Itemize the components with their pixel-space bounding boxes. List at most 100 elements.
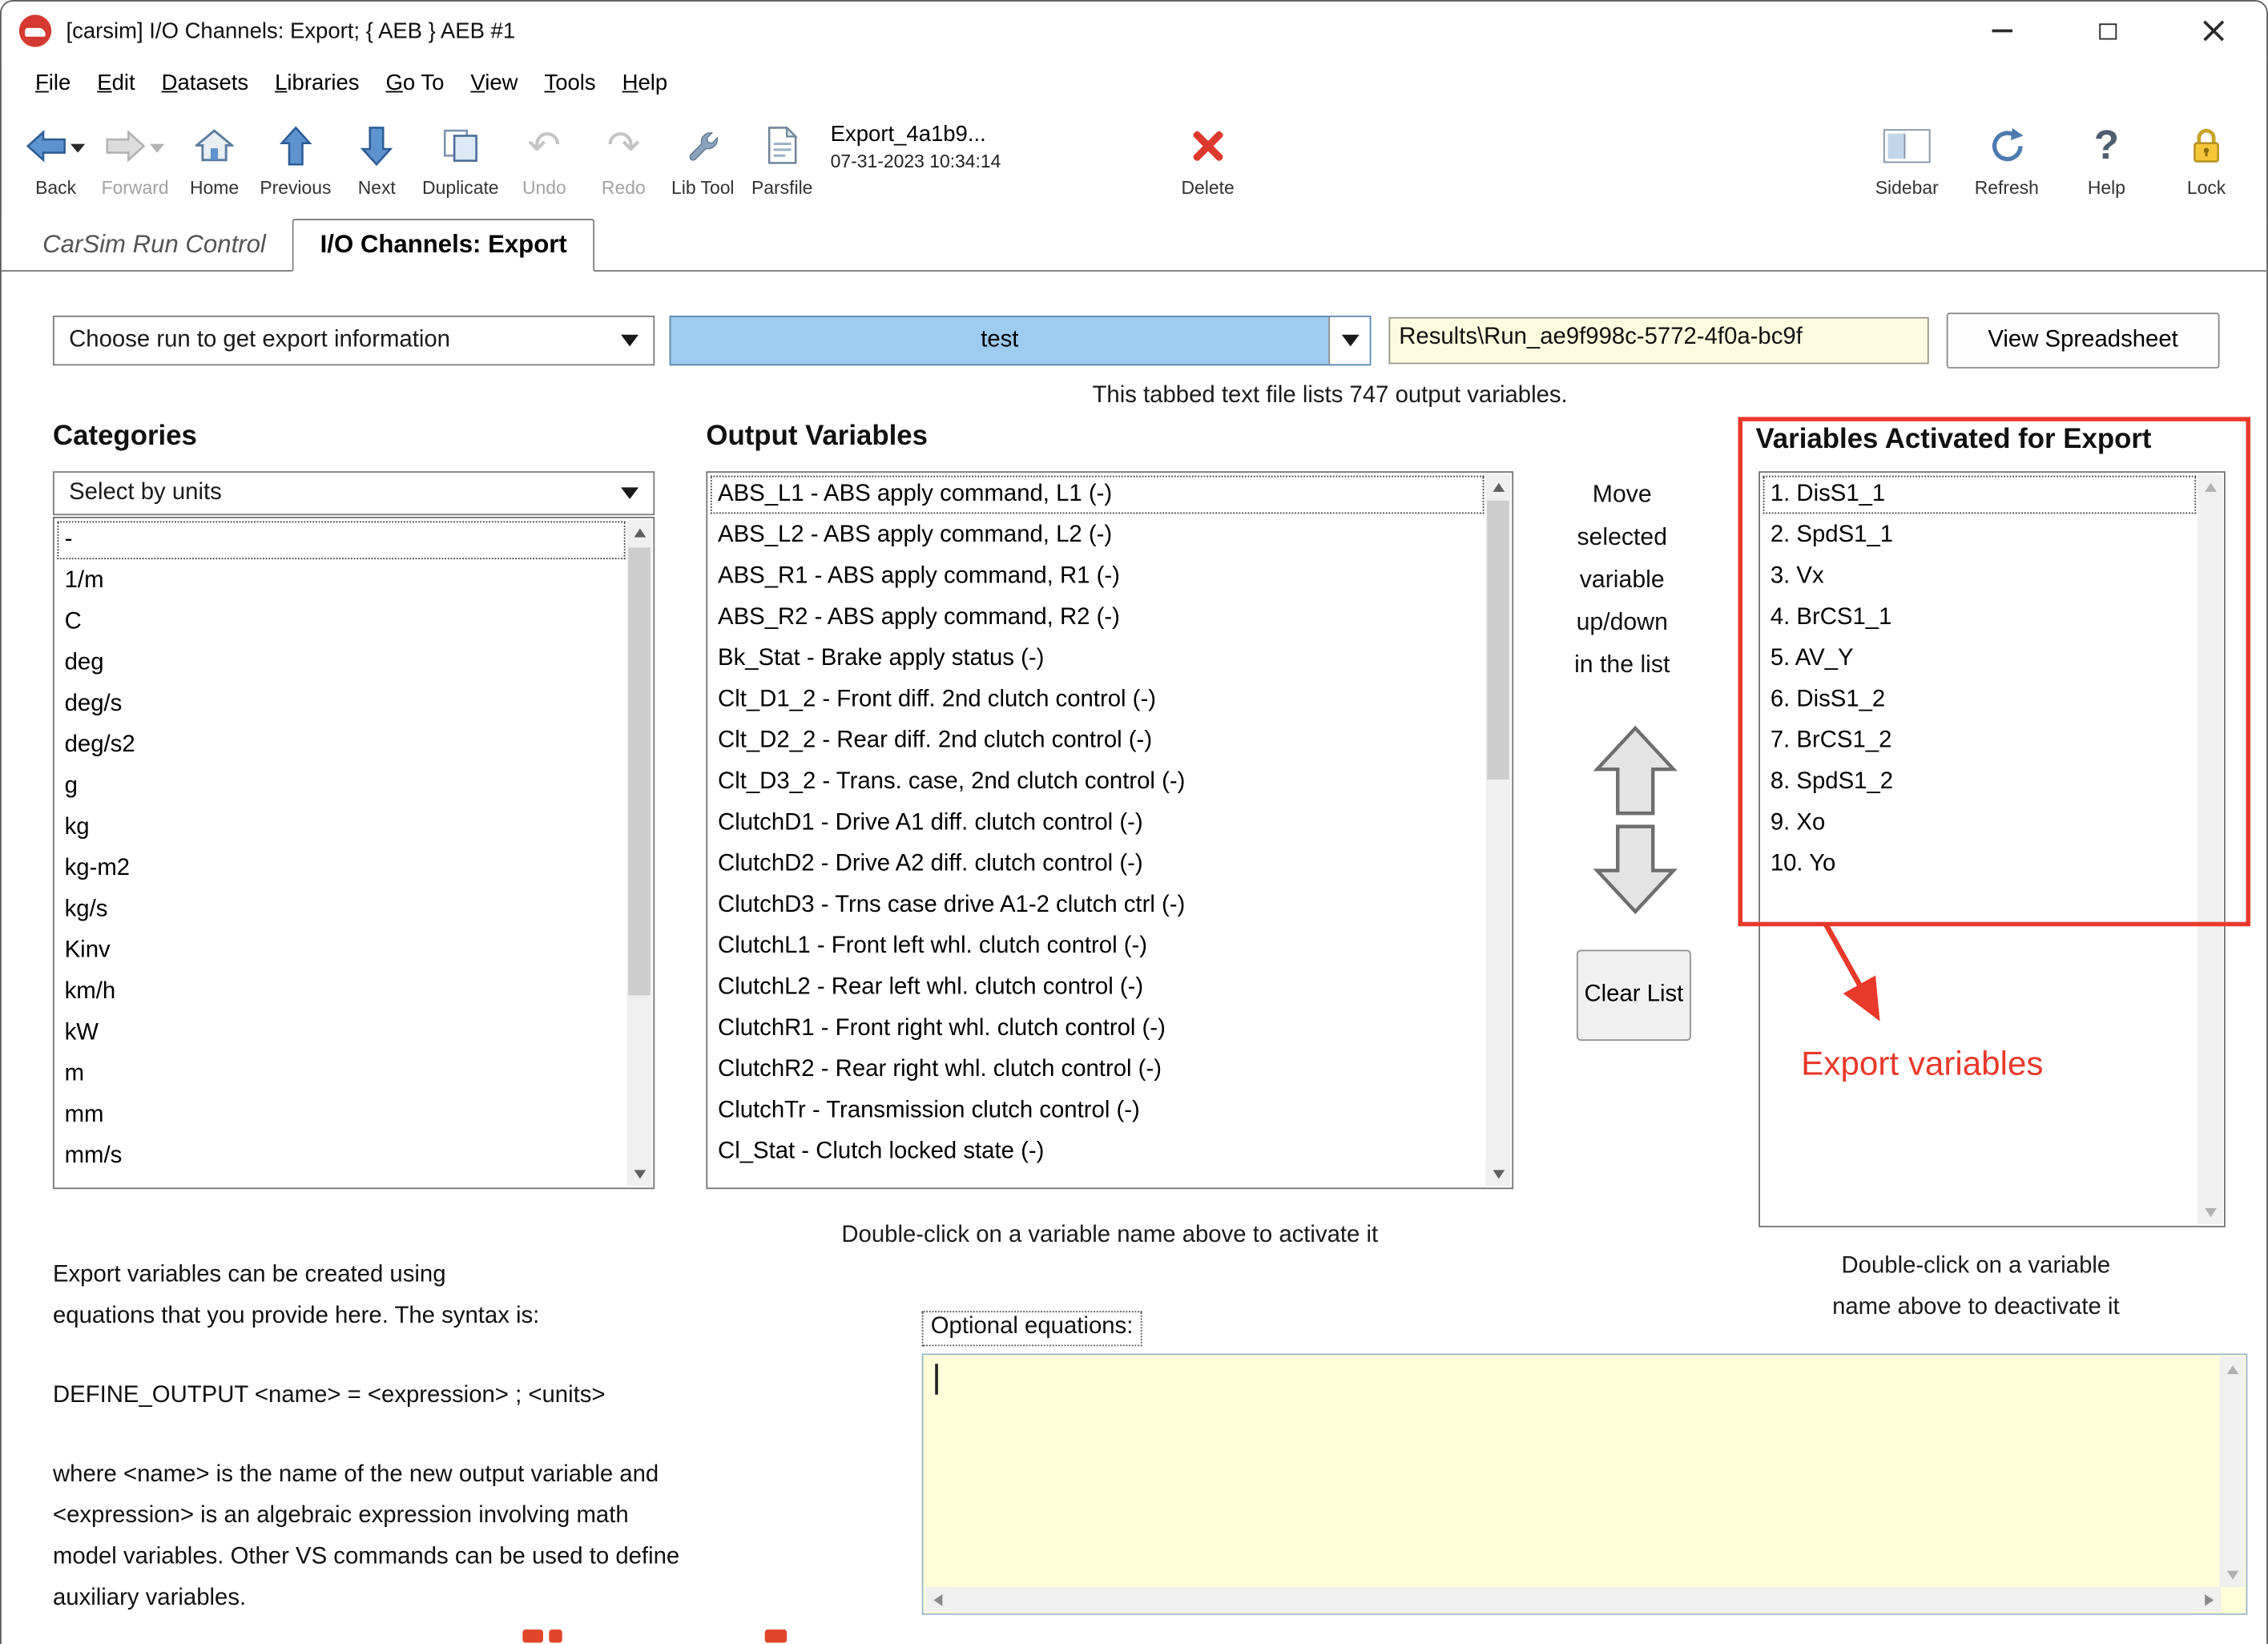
- output-variable-item[interactable]: Cl_Stat - Clutch locked state (-): [709, 1132, 1485, 1173]
- menu-item[interactable]: Edit: [84, 66, 148, 99]
- combo-dropdown-button[interactable]: [1328, 317, 1369, 365]
- output-variable-item[interactable]: ClutchR2 - Rear right whl. clutch contro…: [709, 1050, 1485, 1090]
- lib-tool-button[interactable]: Lib Tool: [663, 111, 743, 201]
- redo-button[interactable]: ↷ Redo: [584, 111, 663, 201]
- activated-scrollbar[interactable]: [2198, 474, 2222, 1224]
- activated-variable-item[interactable]: 6. DisS1_2: [1762, 679, 2198, 720]
- next-button[interactable]: Next: [337, 111, 417, 201]
- previous-button[interactable]: Previous: [254, 111, 337, 201]
- output-variables-scrollbar[interactable]: [1485, 474, 1510, 1187]
- output-variable-item[interactable]: Clt_D2_2 - Rear diff. 2nd clutch control…: [709, 721, 1485, 762]
- clear-list-button[interactable]: Clear List: [1577, 950, 1691, 1042]
- scroll-right-button[interactable]: [2196, 1587, 2221, 1612]
- scroll-up-button[interactable]: [1485, 474, 1510, 499]
- scroll-down-button[interactable]: [2220, 1562, 2245, 1587]
- activated-variable-item[interactable]: 3. Vx: [1762, 556, 2198, 597]
- output-variable-item[interactable]: Clt_D1_2 - Front diff. 2nd clutch contro…: [709, 679, 1485, 720]
- undo-button[interactable]: ↶ Undo: [505, 111, 584, 201]
- sidebar-button[interactable]: Sidebar: [1867, 111, 1947, 201]
- menu-item[interactable]: Libraries: [262, 66, 373, 99]
- equations-vscrollbar[interactable]: [2220, 1356, 2245, 1587]
- output-variable-item[interactable]: ClutchL1 - Front left whl. clutch contro…: [709, 926, 1485, 967]
- forward-button[interactable]: Forward: [95, 111, 175, 201]
- scroll-down-button[interactable]: [626, 1161, 651, 1186]
- category-item[interactable]: deg/s2: [56, 725, 627, 766]
- category-item[interactable]: mm/s: [56, 1136, 627, 1177]
- tab-carsim-run-control[interactable]: CarSim Run Control: [16, 219, 292, 270]
- run-select-combobox[interactable]: test: [670, 316, 1372, 365]
- home-button[interactable]: Home: [175, 111, 254, 201]
- category-item[interactable]: kg: [56, 808, 627, 848]
- optional-equations-textarea[interactable]: [922, 1353, 2248, 1614]
- activated-variable-item[interactable]: 10. Yo: [1762, 844, 2198, 885]
- output-variable-item[interactable]: Clt_D3_2 - Trans. case, 2nd clutch contr…: [709, 762, 1485, 803]
- category-item[interactable]: kg/s: [56, 889, 627, 930]
- categories-listbox[interactable]: -1/mCdegdeg/sdeg/s2gkgkg-m2kg/sKinvkm/hk…: [53, 517, 655, 1189]
- output-variable-item[interactable]: ClutchD2 - Drive A2 diff. clutch control…: [709, 844, 1485, 885]
- category-item[interactable]: deg/s: [56, 684, 627, 725]
- activated-variable-item[interactable]: 8. SpdS1_2: [1762, 762, 2198, 803]
- output-variable-item[interactable]: ABS_R2 - ABS apply command, R2 (-): [709, 598, 1485, 639]
- output-variable-item[interactable]: ABS_L2 - ABS apply command, L2 (-): [709, 515, 1485, 556]
- output-variable-item[interactable]: ClutchD3 - Trns case drive A1-2 clutch c…: [709, 885, 1485, 926]
- category-item[interactable]: g: [56, 766, 627, 807]
- menu-item[interactable]: Go To: [373, 66, 457, 99]
- select-by-units-dropdown[interactable]: Select by units: [53, 471, 655, 515]
- maximize-button[interactable]: [2055, 2, 2161, 60]
- output-variables-listbox[interactable]: ABS_L1 - ABS apply command, L1 (-)ABS_L2…: [706, 471, 1513, 1189]
- category-item[interactable]: kg-m2: [56, 848, 627, 889]
- move-up-button[interactable]: [1593, 725, 1678, 816]
- delete-button[interactable]: Delete: [1168, 111, 1247, 201]
- move-down-button[interactable]: [1593, 824, 1678, 915]
- equations-hscrollbar[interactable]: [925, 1587, 2221, 1612]
- activated-variable-item[interactable]: 9. Xo: [1762, 803, 2198, 844]
- output-variable-item[interactable]: ClutchTr - Transmission clutch control (…: [709, 1090, 1485, 1131]
- category-item[interactable]: -: [56, 520, 627, 561]
- activated-variable-item[interactable]: 7. BrCS1_2: [1762, 721, 2198, 762]
- category-item[interactable]: km/h: [56, 972, 627, 1013]
- scroll-up-button[interactable]: [2198, 474, 2222, 499]
- refresh-button[interactable]: Refresh: [1967, 111, 2046, 201]
- duplicate-button[interactable]: Duplicate: [417, 111, 505, 201]
- category-item[interactable]: C: [56, 602, 627, 643]
- scroll-down-button[interactable]: [2198, 1199, 2222, 1224]
- scroll-down-button[interactable]: [1485, 1161, 1510, 1186]
- category-item[interactable]: Kinv: [56, 931, 627, 972]
- scroll-up-button[interactable]: [2220, 1356, 2245, 1381]
- categories-scrollbar[interactable]: [626, 520, 651, 1187]
- close-button[interactable]: [2161, 2, 2266, 60]
- output-variable-item[interactable]: ABS_L1 - ABS apply command, L1 (-): [709, 474, 1485, 515]
- category-item[interactable]: 1/m: [56, 561, 627, 602]
- category-item[interactable]: m: [56, 1054, 627, 1095]
- menu-item[interactable]: View: [457, 66, 531, 99]
- parsfile-button[interactable]: Parsfile: [743, 111, 822, 201]
- scroll-left-button[interactable]: [925, 1587, 949, 1612]
- back-button[interactable]: Back: [16, 111, 95, 201]
- menu-item[interactable]: Tools: [531, 66, 609, 99]
- tab-io-channels-export[interactable]: I/O Channels: Export: [292, 219, 595, 272]
- scroll-thumb[interactable]: [1487, 501, 1509, 780]
- output-variable-item[interactable]: ClutchD1 - Drive A1 diff. clutch control…: [709, 803, 1485, 844]
- menu-item[interactable]: Help: [609, 66, 681, 99]
- activated-variable-item[interactable]: 5. AV_Y: [1762, 639, 2198, 679]
- help-button[interactable]: ? Help: [2067, 111, 2146, 201]
- category-item[interactable]: kW: [56, 1013, 627, 1054]
- scroll-thumb[interactable]: [628, 547, 650, 995]
- activated-variable-item[interactable]: 1. DisS1_1: [1762, 474, 2198, 515]
- minimize-button[interactable]: [1949, 2, 2055, 60]
- category-item[interactable]: deg: [56, 643, 627, 684]
- activated-variable-item[interactable]: 4. BrCS1_1: [1762, 598, 2198, 639]
- menu-item[interactable]: Datasets: [148, 66, 261, 99]
- activated-variable-item[interactable]: 2. SpdS1_1: [1762, 515, 2198, 556]
- scroll-up-button[interactable]: [626, 520, 651, 545]
- output-variable-item[interactable]: ABS_R1 - ABS apply command, R1 (-): [709, 556, 1485, 597]
- output-variable-item[interactable]: Bk_Stat - Brake apply status (-): [709, 639, 1485, 679]
- menu-item[interactable]: File: [22, 66, 83, 99]
- choose-run-dropdown[interactable]: Choose run to get export information: [53, 316, 655, 365]
- output-variable-item[interactable]: ClutchL2 - Rear left whl. clutch control…: [709, 968, 1485, 1009]
- results-path-field[interactable]: Results\Run_ae9f998c-5772-4f0a-bc9f: [1388, 317, 1928, 365]
- activated-listbox[interactable]: 1. DisS1_12. SpdS1_13. Vx4. BrCS1_15. AV…: [1758, 471, 2226, 1227]
- output-variable-item[interactable]: ClutchR1 - Front right whl. clutch contr…: [709, 1009, 1485, 1050]
- view-spreadsheet-button[interactable]: View Spreadsheet: [1947, 312, 2220, 369]
- lock-button[interactable]: Lock: [2167, 111, 2246, 201]
